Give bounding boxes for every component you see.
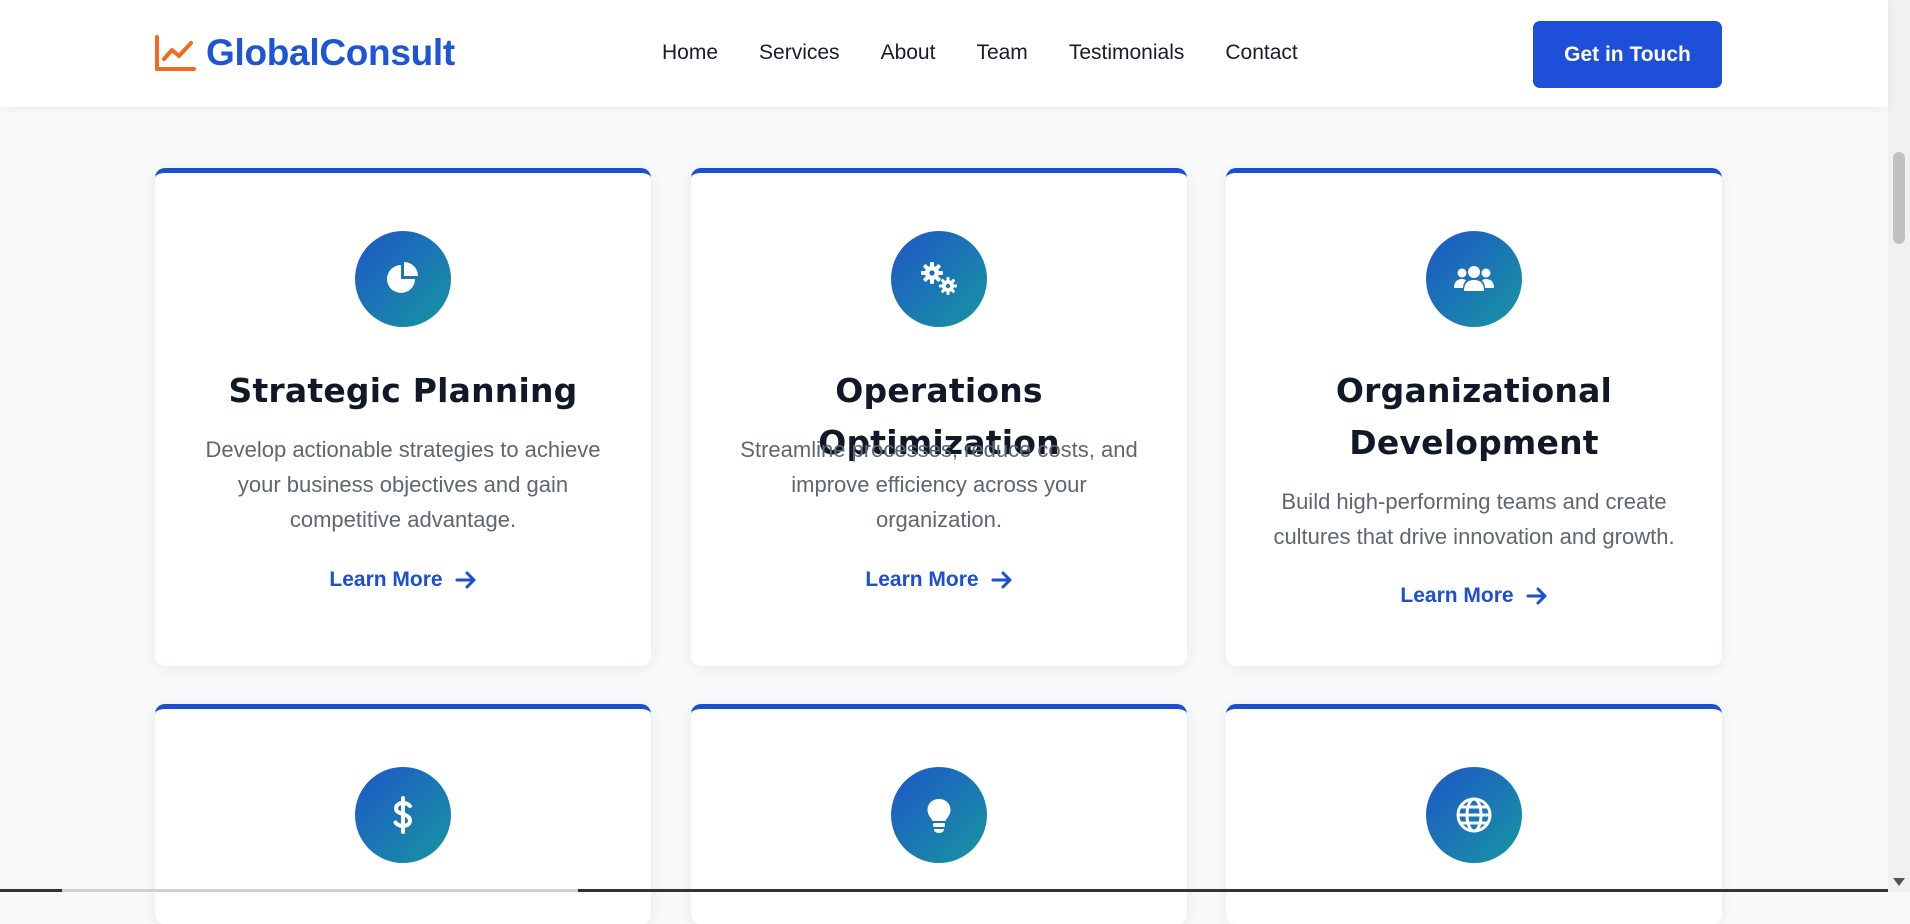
brand-logo[interactable]: GlobalConsult <box>154 32 455 74</box>
globe-icon <box>1456 797 1492 833</box>
service-description: Build high-performing teams and create c… <box>1273 489 1675 549</box>
service-card-strategic-planning: Strategic Planning Develop actionable st… <box>155 168 651 666</box>
pie-chart-icon <box>387 262 418 293</box>
get-in-touch-button[interactable]: Get in Touch <box>1533 21 1722 88</box>
service-icon-badge <box>355 767 451 863</box>
dollar-icon <box>393 796 413 834</box>
service-title: Organizational Development <box>1335 371 1613 462</box>
users-icon <box>1454 266 1494 291</box>
nav-team[interactable]: Team <box>976 41 1027 65</box>
service-icon-badge <box>355 231 451 327</box>
service-description: Develop actionable strategies to achieve… <box>205 437 601 532</box>
learn-more-link[interactable]: Learn More <box>155 568 651 592</box>
nav-home[interactable]: Home <box>662 41 718 65</box>
learn-more-link[interactable]: Learn More <box>691 568 1187 592</box>
scroll-down-arrow-icon[interactable] <box>1893 878 1905 886</box>
learn-more-link[interactable]: Learn More <box>1226 584 1722 608</box>
service-icon-badge <box>1426 231 1522 327</box>
service-card-operations-optimization: Operations Optimization Streamline proce… <box>691 168 1187 666</box>
site-header: GlobalConsult Home Services About Team T… <box>0 0 1888 107</box>
service-icon-badge <box>1426 767 1522 863</box>
service-description: Streamline processes, reduce costs, and … <box>740 437 1138 532</box>
learn-more-label: Learn More <box>329 568 443 591</box>
gears-icon <box>921 262 957 295</box>
learn-more-label: Learn More <box>1400 584 1514 607</box>
lightbulb-icon <box>927 799 951 833</box>
service-icon-badge <box>891 767 987 863</box>
brand-name: GlobalConsult <box>206 32 455 73</box>
arrow-right-icon <box>455 571 476 589</box>
learn-more-label: Learn More <box>865 568 979 591</box>
service-card-organizational-development: Organizational Development Build high-pe… <box>1226 168 1722 666</box>
arrow-right-icon <box>991 571 1012 589</box>
main-nav: Home Services About Team Testimonials Co… <box>662 41 1298 65</box>
nav-services[interactable]: Services <box>759 41 840 65</box>
arrow-right-icon <box>1526 587 1547 605</box>
vertical-scrollbar[interactable] <box>1888 0 1910 892</box>
service-title: Strategic Planning <box>228 371 578 410</box>
nav-testimonials[interactable]: Testimonials <box>1069 41 1185 65</box>
chart-line-icon <box>155 35 196 71</box>
nav-contact[interactable]: Contact <box>1225 41 1297 65</box>
service-icon-badge <box>891 231 987 327</box>
scrollbar-thumb[interactable] <box>1893 152 1905 244</box>
nav-about[interactable]: About <box>881 41 936 65</box>
